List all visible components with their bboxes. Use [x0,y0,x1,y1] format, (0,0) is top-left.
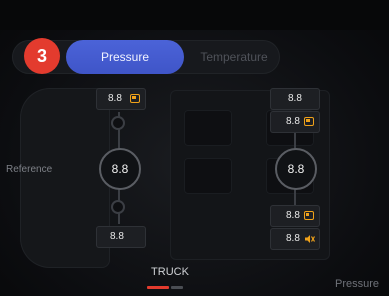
tab-temperature[interactable]: Temperature [184,40,284,74]
tire-value: 8.8 [286,233,300,244]
tire-value: 8.8 [110,231,124,242]
corner-pressure-label: Pressure [335,278,380,290]
left-axle-gauge: 8.8 [99,148,141,190]
tab-pressure[interactable]: Pressure [66,40,184,74]
tire-value: 8.8 [286,116,300,127]
tire-value: 8.8 [288,93,302,104]
warning-battery-icon [130,94,140,103]
active-tab-indicator [147,286,169,289]
tpms-screen: Pressure Temperature 3 8.8 8.8 Reference… [0,0,389,296]
tire-rear-left[interactable]: 8.8 [96,226,146,248]
left-axle-joint [111,200,125,214]
step-number-badge: 3 [24,38,60,74]
tire-front-right-inner[interactable]: 8.8 [270,111,320,133]
tab-indicator-secondary [171,286,183,289]
sound-muted-icon [305,235,316,243]
bed-panel [184,158,232,194]
top-bar [0,0,389,30]
right-axle-gauge: 8.8 [275,148,317,190]
tire-front-left[interactable]: 8.8 [96,88,146,110]
vehicle-tab-truck[interactable]: TRUCK [150,266,190,278]
warning-battery-icon [304,117,314,126]
bed-panel [184,110,232,146]
tire-rear-right-outer[interactable]: 8.8 [270,228,320,250]
warning-battery-half-icon [304,211,314,220]
reference-label: Reference [6,164,53,175]
left-axle-joint [111,116,125,130]
tire-front-right-outer[interactable]: 8.8 [270,88,320,110]
tire-value: 8.8 [286,210,300,221]
tire-rear-right-inner[interactable]: 8.8 [270,205,320,227]
tire-value: 8.8 [108,93,122,104]
